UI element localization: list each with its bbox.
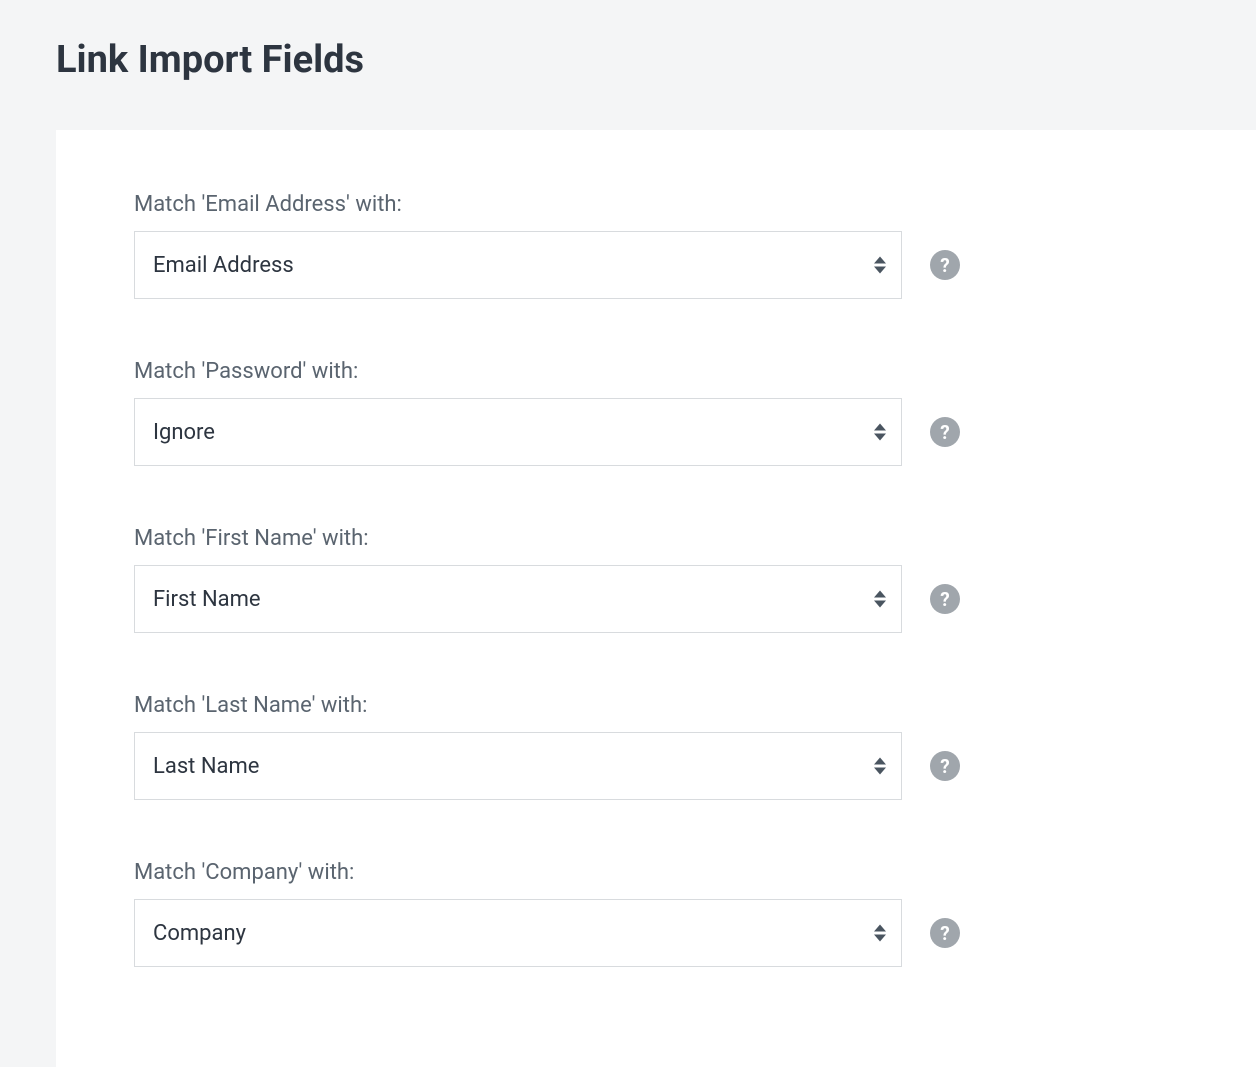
field-label: Match 'Last Name' with: xyxy=(134,693,1178,718)
match-first-name-select[interactable]: First Name xyxy=(134,565,902,633)
select-wrap: Email Address xyxy=(134,231,902,299)
field-row: Email Address ? xyxy=(134,231,1178,299)
match-company-select[interactable]: Company xyxy=(134,899,902,967)
match-email-address-select[interactable]: Email Address xyxy=(134,231,902,299)
select-wrap: Ignore xyxy=(134,398,902,466)
field-group-company: Match 'Company' with: Company ? xyxy=(134,860,1178,967)
select-wrap: First Name xyxy=(134,565,902,633)
help-icon[interactable]: ? xyxy=(930,584,960,614)
field-row: Last Name ? xyxy=(134,732,1178,800)
import-fields-card: Match 'Email Address' with: Email Addres… xyxy=(56,130,1256,1067)
help-icon[interactable]: ? xyxy=(930,918,960,948)
help-icon[interactable]: ? xyxy=(930,417,960,447)
field-label: Match 'Password' with: xyxy=(134,359,1178,384)
page-title: Link Import Fields xyxy=(0,0,1256,82)
match-password-select[interactable]: Ignore xyxy=(134,398,902,466)
help-icon[interactable]: ? xyxy=(930,751,960,781)
field-group-password: Match 'Password' with: Ignore ? xyxy=(134,359,1178,466)
field-group-last-name: Match 'Last Name' with: Last Name ? xyxy=(134,693,1178,800)
help-icon[interactable]: ? xyxy=(930,250,960,280)
field-row: Company ? xyxy=(134,899,1178,967)
field-row: First Name ? xyxy=(134,565,1178,633)
field-label: Match 'Email Address' with: xyxy=(134,192,1178,217)
match-last-name-select[interactable]: Last Name xyxy=(134,732,902,800)
field-label: Match 'Company' with: xyxy=(134,860,1178,885)
select-wrap: Last Name xyxy=(134,732,902,800)
field-row: Ignore ? xyxy=(134,398,1178,466)
field-group-first-name: Match 'First Name' with: First Name ? xyxy=(134,526,1178,633)
field-group-email-address: Match 'Email Address' with: Email Addres… xyxy=(134,192,1178,299)
select-wrap: Company xyxy=(134,899,902,967)
field-label: Match 'First Name' with: xyxy=(134,526,1178,551)
